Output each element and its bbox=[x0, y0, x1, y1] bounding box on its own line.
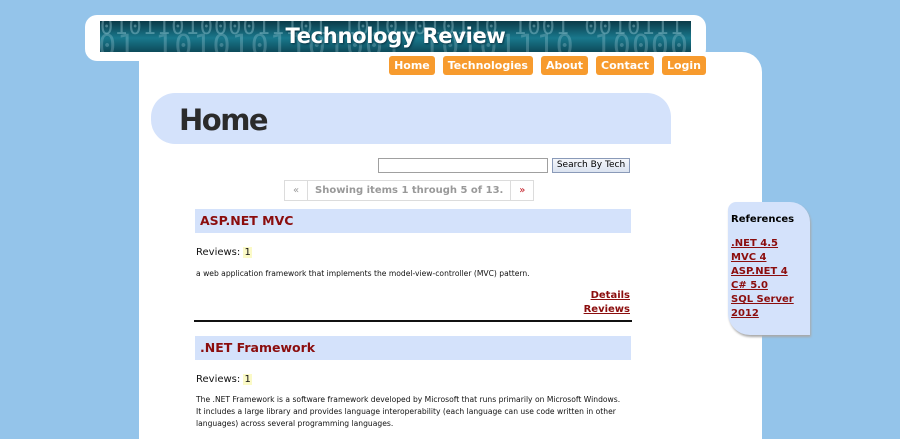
nav-contact[interactable]: Contact bbox=[596, 56, 654, 75]
item-description: a web application framework that impleme… bbox=[196, 269, 530, 278]
reviews-count: 1 bbox=[243, 247, 252, 258]
item-header: ASP.NET MVC bbox=[195, 209, 631, 233]
references-title: References bbox=[731, 214, 795, 225]
reviews-link[interactable]: Reviews bbox=[584, 303, 630, 317]
references-sidebar: References .NET 4.5 MVC 4 ASP.NET 4 C# 5… bbox=[728, 202, 810, 335]
item-title: .NET Framework bbox=[200, 340, 316, 355]
nav-login[interactable]: Login bbox=[661, 56, 706, 75]
site-title: Technology Review bbox=[285, 24, 506, 48]
reference-link[interactable]: MVC 4 bbox=[731, 251, 810, 265]
reviews-label: Reviews: bbox=[196, 247, 241, 258]
pager: « Showing items 1 through 5 of 13. » bbox=[284, 180, 535, 201]
reference-link[interactable]: SQL Server 2012 bbox=[731, 293, 810, 321]
search-button[interactable]: Search By Tech bbox=[552, 158, 630, 173]
nav-home[interactable]: Home bbox=[389, 56, 435, 75]
search-input[interactable] bbox=[378, 158, 548, 173]
page-title: Home bbox=[179, 103, 269, 137]
item-divider bbox=[194, 320, 632, 322]
reviews-label: Reviews: bbox=[196, 374, 241, 385]
pager-info: Showing items 1 through 5 of 13. bbox=[308, 181, 512, 200]
pager-prev-button[interactable]: « bbox=[285, 181, 308, 200]
item-reviews: Reviews: 1 bbox=[196, 247, 252, 258]
item-title: ASP.NET MVC bbox=[200, 213, 294, 228]
pager-next-button[interactable]: » bbox=[511, 181, 533, 200]
item-reviews: Reviews: 1 bbox=[196, 374, 252, 385]
reference-link[interactable]: .NET 4.5 bbox=[731, 237, 810, 251]
reference-link[interactable]: ASP.NET 4 bbox=[731, 265, 810, 279]
reviews-count: 1 bbox=[243, 374, 252, 385]
nav-about[interactable]: About bbox=[540, 56, 589, 75]
nav-technologies[interactable]: Technologies bbox=[442, 56, 533, 75]
reference-link[interactable]: C# 5.0 bbox=[731, 279, 810, 293]
item-header: .NET Framework bbox=[195, 336, 631, 360]
details-link[interactable]: Details bbox=[584, 289, 630, 303]
main-nav: Home Technologies About Contact Login bbox=[389, 56, 706, 75]
item-description: The .NET Framework is a software framewo… bbox=[196, 395, 621, 428]
page-title-band: Home bbox=[151, 93, 671, 144]
site-banner: 0101101000011101 10101010110 1001 001011… bbox=[100, 21, 691, 52]
item-links: Details Reviews bbox=[584, 289, 630, 317]
